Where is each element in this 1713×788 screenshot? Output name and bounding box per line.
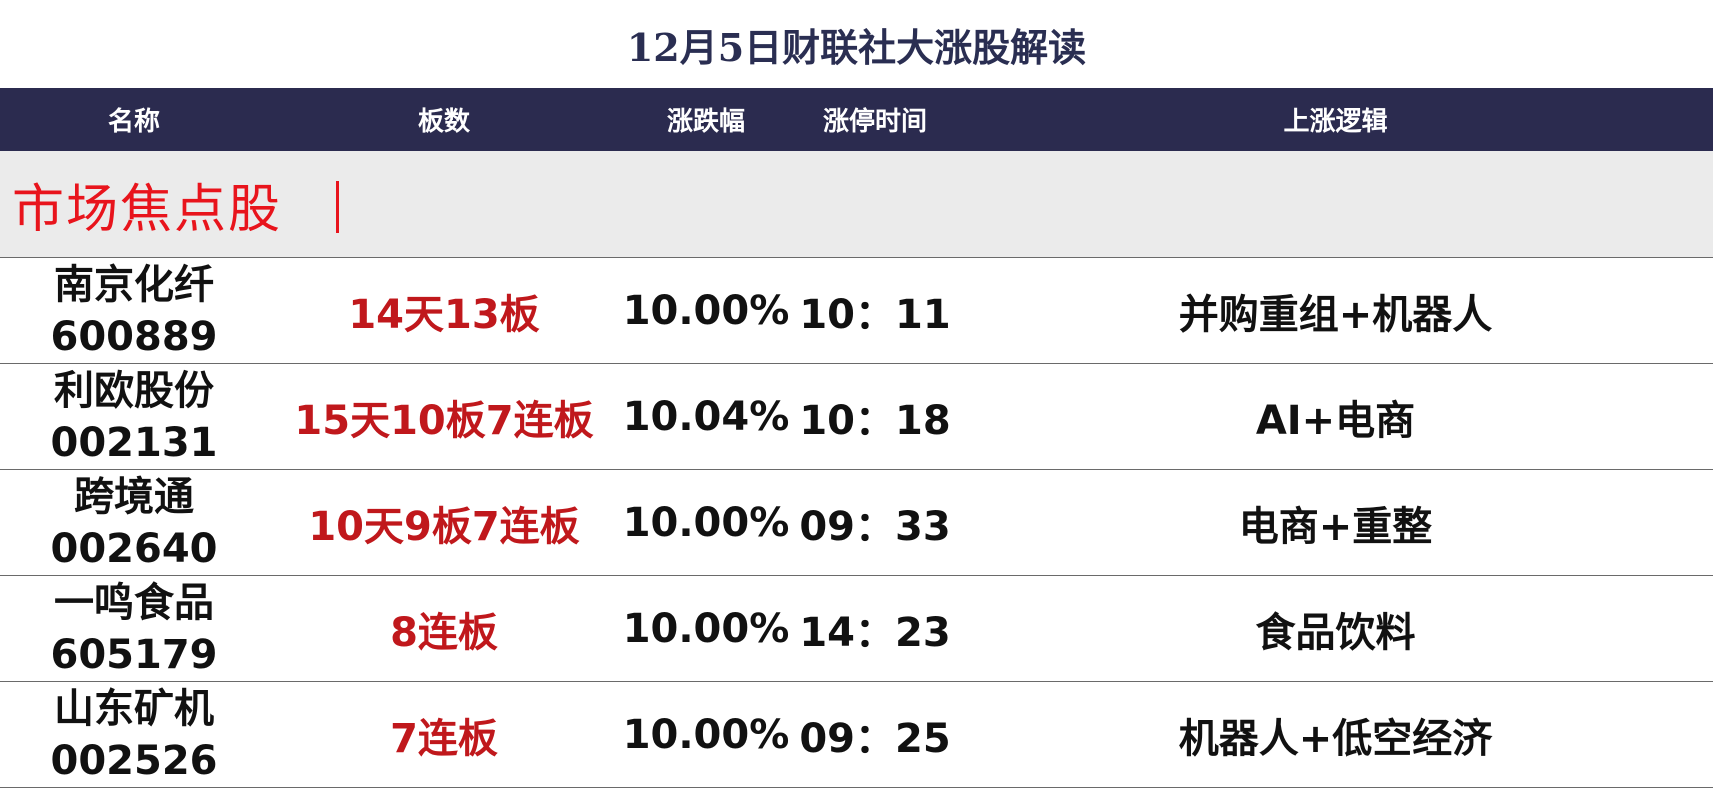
table-row: 山东矿机 002526 7连板 10.00% 09：25 机器人+低空经济 xyxy=(0,682,1713,788)
table-header: 名称 板数 涨跌幅 涨停时间 上涨逻辑 xyxy=(0,88,1713,151)
header-limit-time: 涨停时间 xyxy=(822,107,927,137)
change-percent: 10.00% xyxy=(622,499,790,546)
boards-count: 10天9板7连板 xyxy=(308,503,580,550)
table-row: 一鸣食品 605179 8连板 10.00% 14：23 食品饮料 xyxy=(0,576,1713,682)
table-row: 南京化纤 600889 14天13板 10.00% 10：11 并购重组+机器人 xyxy=(0,258,1713,364)
stock-name: 一鸣食品 xyxy=(54,579,214,626)
section-row: 市场焦点股 xyxy=(0,151,1713,258)
stock-code: 002131 xyxy=(50,419,218,466)
section-label: 市场焦点股 xyxy=(12,179,283,240)
rise-reason: 食品饮料 xyxy=(1255,609,1416,656)
limit-time: 09：25 xyxy=(799,715,951,762)
stock-code: 600889 xyxy=(50,313,218,360)
rise-reason: 电商+重整 xyxy=(1238,503,1433,550)
header-change: 涨跌幅 xyxy=(666,107,745,137)
header-boards: 板数 xyxy=(417,107,470,137)
stock-name-cell: 山东矿机 002526 xyxy=(0,682,268,787)
header-reason: 上涨逻辑 xyxy=(1283,107,1388,137)
stock-name: 南京化纤 xyxy=(54,261,214,308)
rise-reason: 并购重组+机器人 xyxy=(1178,291,1493,338)
limit-time: 10：11 xyxy=(799,291,951,338)
limit-time: 09：33 xyxy=(799,503,951,550)
stock-name-cell: 南京化纤 600889 xyxy=(0,258,268,363)
stock-name: 跨境通 xyxy=(74,473,194,520)
change-percent: 10.00% xyxy=(622,711,790,758)
page-title: 12月5日财联社大涨股解读 xyxy=(626,24,1087,70)
change-percent: 10.00% xyxy=(622,605,790,652)
stock-name: 山东矿机 xyxy=(54,685,214,732)
boards-count: 14天13板 xyxy=(348,291,540,338)
stock-name-cell: 一鸣食品 605179 xyxy=(0,576,268,681)
stock-name-cell: 利欧股份 002131 xyxy=(0,364,268,469)
table-row: 利欧股份 002131 15天10板7连板 10.04% 10：18 AI+电商 xyxy=(0,364,1713,470)
stock-name: 利欧股份 xyxy=(54,367,214,414)
rise-reason: AI+电商 xyxy=(1255,397,1416,444)
change-percent: 10.04% xyxy=(622,393,790,440)
stock-name-cell: 跨境通 002640 xyxy=(0,470,268,575)
stock-code: 605179 xyxy=(50,631,218,678)
boards-count: 7连板 xyxy=(390,715,498,762)
table-row: 跨境通 002640 10天9板7连板 10.00% 09：33 电商+重整 xyxy=(0,470,1713,576)
change-percent: 10.00% xyxy=(622,287,790,334)
header-name: 名称 xyxy=(107,107,160,137)
limit-time: 14：23 xyxy=(799,609,951,656)
boards-count: 8连板 xyxy=(390,609,498,656)
stock-code: 002640 xyxy=(50,525,218,572)
section-divider xyxy=(336,181,339,233)
stock-code: 002526 xyxy=(50,737,218,784)
limit-time: 10：18 xyxy=(799,397,951,444)
boards-count: 15天10板7连板 xyxy=(294,397,594,444)
rise-reason: 机器人+低空经济 xyxy=(1178,715,1493,762)
